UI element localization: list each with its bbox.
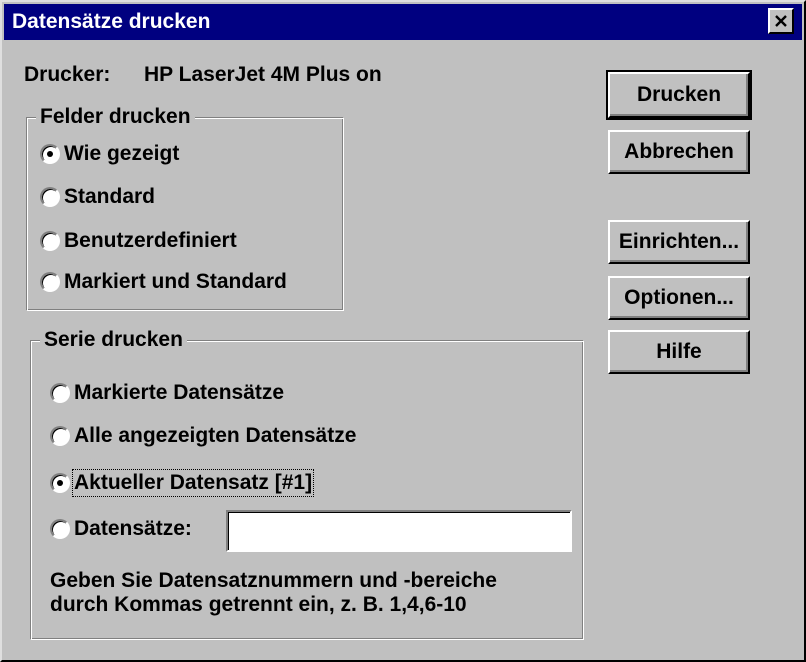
help-button[interactable]: Hilfe: [608, 330, 750, 374]
radio-button[interactable]: [40, 187, 60, 207]
print-series-group-label: Serie drucken: [40, 328, 187, 352]
radio-button[interactable]: [40, 272, 60, 292]
range-hint-line1: Geben Sie Datensatznummern und -bereiche: [50, 569, 497, 592]
radio-button[interactable]: [50, 473, 70, 493]
radio-wie-gezeigt[interactable]: Wie gezeigt: [40, 141, 179, 167]
radio-alle-angezeigten[interactable]: Alle angezeigten Datensätze: [50, 423, 356, 449]
radio-label: Datensätze:: [74, 517, 192, 540]
print-fields-group-label: Felder drucken: [36, 105, 195, 129]
options-button[interactable]: Optionen...: [608, 276, 750, 320]
radio-label: Benutzerdefiniert: [64, 229, 237, 252]
radio-label: Wie gezeigt: [64, 142, 180, 165]
record-range-input[interactable]: [226, 510, 572, 552]
radio-button[interactable]: [50, 519, 70, 539]
radio-label: Standard: [64, 185, 156, 208]
print-button[interactable]: Drucken: [606, 70, 752, 120]
radio-label: Aktueller Datensatz [#1]: [71, 469, 315, 497]
radio-button[interactable]: [50, 383, 70, 403]
radio-button[interactable]: [40, 144, 60, 164]
radio-markiert-und-standard[interactable]: Markiert und Standard: [40, 269, 287, 295]
radio-markierte-datensaetze[interactable]: Markierte Datensätze: [50, 380, 284, 406]
cancel-button[interactable]: Abbrechen: [608, 130, 750, 174]
radio-label: Markiert und Standard: [64, 270, 287, 293]
title-bar[interactable]: Datensätze drucken: [4, 4, 802, 40]
radio-label: Alle angezeigten Datensätze: [74, 424, 357, 447]
print-records-dialog: Datensätze drucken Drucker: HP LaserJet …: [0, 0, 806, 662]
radio-aktueller-datensatz[interactable]: Aktueller Datensatz [#1]: [50, 469, 315, 497]
close-icon: [775, 15, 787, 27]
printer-name: HP LaserJet 4M Plus on: [144, 63, 382, 86]
radio-label: Markierte Datensätze: [74, 381, 285, 404]
setup-button[interactable]: Einrichten...: [608, 220, 750, 264]
radio-standard[interactable]: Standard: [40, 184, 155, 210]
window-title: Datensätze drucken: [12, 10, 211, 33]
radio-button[interactable]: [50, 426, 70, 446]
radio-benutzerdefiniert[interactable]: Benutzerdefiniert: [40, 228, 237, 254]
range-hint-line2: durch Kommas getrennt ein, z. B. 1,4,6-1…: [50, 593, 467, 616]
printer-label: Drucker:: [24, 63, 111, 86]
radio-button[interactable]: [40, 231, 60, 251]
close-button[interactable]: [768, 8, 794, 34]
radio-datensaetze[interactable]: Datensätze:: [50, 516, 192, 542]
